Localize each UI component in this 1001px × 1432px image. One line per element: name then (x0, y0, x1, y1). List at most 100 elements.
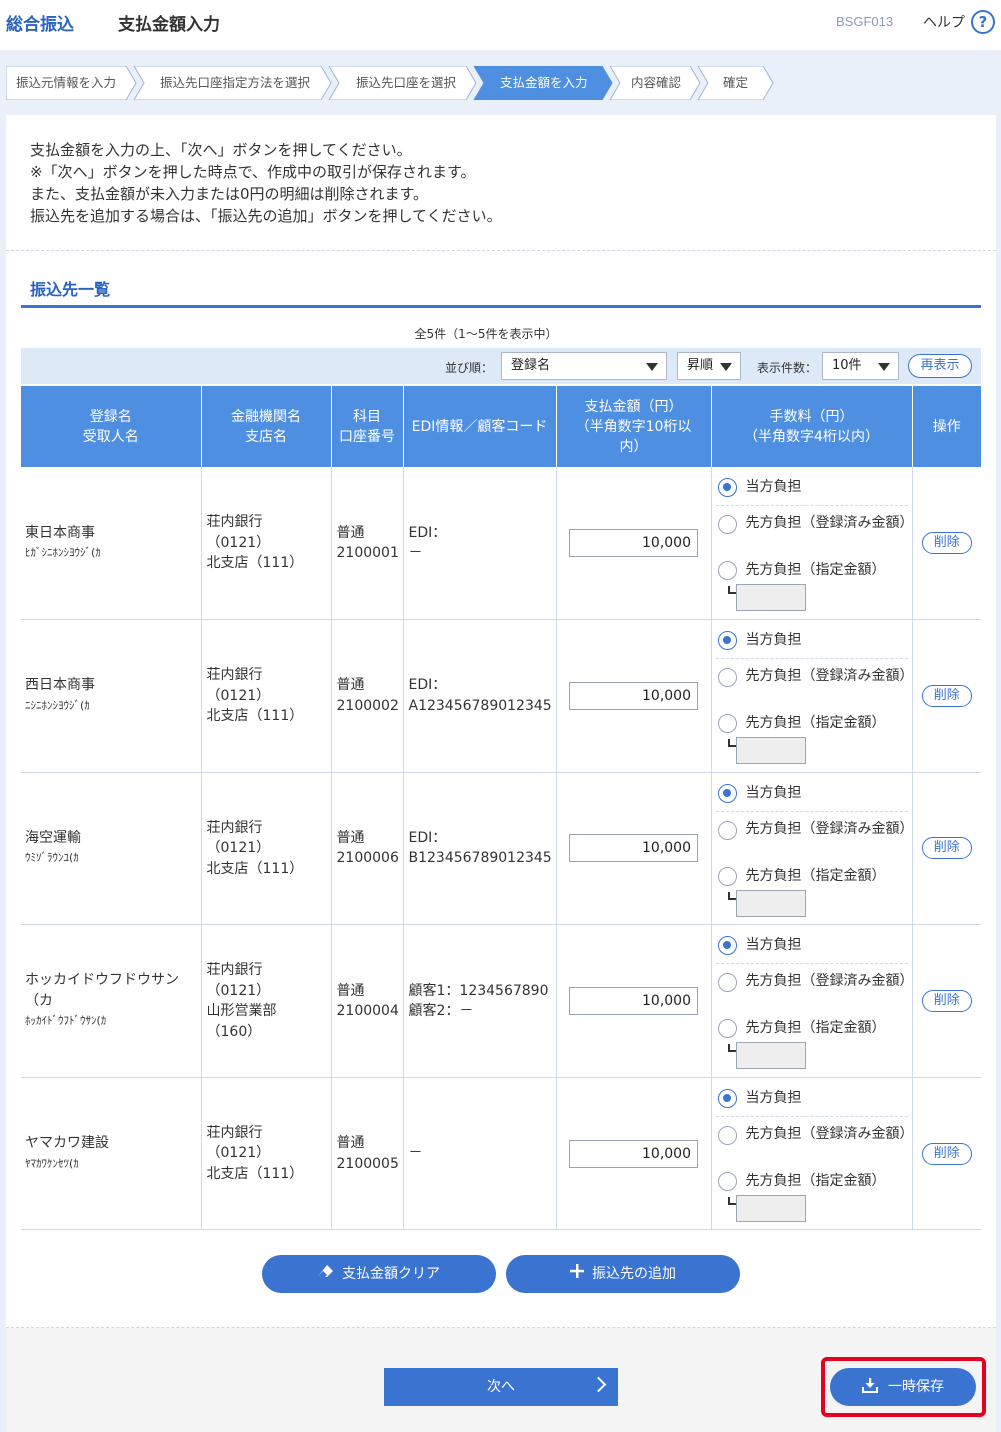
fee-option-label: 先方負担（指定金額） (745, 867, 886, 884)
help-link[interactable]: ヘルプ (923, 12, 965, 32)
radio-unselected[interactable] (717, 866, 737, 886)
fee-option-specified[interactable]: 先方負担（指定金額） (716, 1014, 908, 1042)
sort-field-select[interactable]: 登録名 (501, 352, 667, 380)
payee-kana: ﾎｯｶｲﾄﾞｳﾌﾄﾞｳｻﾝ(ｶ (25, 1014, 107, 1028)
fee-option-specified[interactable]: 先方負担（指定金額） (716, 862, 908, 890)
divider (715, 810, 908, 812)
help-icon[interactable]: ? (971, 10, 995, 34)
fee-option-own[interactable]: 当方負担 (716, 473, 908, 501)
edi-line: 顧客1：1234567890 (408, 982, 549, 999)
account-number: 2100002 (336, 697, 399, 714)
edi-cell: EDI： A123456789012345 (403, 619, 557, 773)
fee-amount-input[interactable] (735, 889, 806, 917)
column-header-amount: 支払金額（円） （半角数字10桁以 内） (556, 386, 712, 467)
section-underline (21, 305, 981, 308)
per-page-select[interactable]: 10件 (822, 352, 899, 380)
add-payee-label: 振込先の追加 (592, 1266, 676, 1282)
divider (6, 250, 996, 251)
add-payee-button[interactable]: 振込先の追加 (506, 1255, 740, 1293)
fee-option-label: 先方負担（登録済み金額） (745, 973, 914, 990)
delete-button[interactable]: 削除 (921, 837, 972, 860)
sort-direction-value: 昇順 (687, 358, 714, 373)
fee-option-registered[interactable]: 先方負担（登録済み金額） (716, 1121, 914, 1167)
header-bar: 総合振込 支払金額入力 BSGF013 ヘルプ ? (0, 0, 1001, 50)
column-header-account: 科目 口座番号 (331, 386, 404, 467)
fee-option-label: 先方負担（登録済み金額） (745, 668, 914, 685)
fee-amount-input[interactable] (735, 1042, 806, 1070)
account-type: 普通 (336, 524, 365, 541)
next-button[interactable]: 次へ (384, 1368, 618, 1406)
indent-corner-icon (727, 739, 736, 748)
fee-option-registered[interactable]: 先方負担（登録済み金額） (716, 510, 914, 556)
header-text: 受取人名 (82, 428, 139, 445)
account-number: 2100005 (336, 1155, 399, 1172)
radio-unselected[interactable] (717, 1125, 737, 1145)
fee-option-specified[interactable]: 先方負担（指定金額） (716, 556, 908, 584)
radio-selected[interactable] (717, 631, 737, 651)
step-account-method: 振込先口座指定方法を選択 (160, 75, 311, 90)
account-cell: 普通 2100004 (331, 924, 404, 1078)
sort-direction-select[interactable]: 昇順 (677, 352, 741, 380)
divider (715, 963, 908, 965)
radio-selected[interactable] (717, 783, 737, 803)
per-page-label: 表示件数： (757, 361, 818, 375)
account-type: 普通 (336, 1135, 365, 1152)
payee-name: ホッカイドウフドウサン（カ (25, 972, 179, 1009)
sort-field-value: 登録名 (511, 358, 551, 373)
fee-cell: 当方負担先方負担（登録済み金額） 先方負担（指定金額） (711, 924, 914, 1078)
radio-selected[interactable] (717, 936, 737, 956)
delete-button[interactable]: 削除 (921, 990, 972, 1013)
fee-option-registered[interactable]: 先方負担（登録済み金額） (716, 663, 914, 709)
payee-name-cell: 海空運輸 ｳﾐｿﾞﾗｳﾝﾕ(ｶ (21, 772, 202, 926)
radio-unselected[interactable] (717, 820, 737, 840)
amount-input[interactable]: 10,000 (569, 834, 698, 863)
header-text: （半角数字4桁以内） (744, 428, 879, 445)
fee-option-registered[interactable]: 先方負担（登録済み金額） (716, 816, 914, 862)
radio-unselected[interactable] (717, 668, 737, 688)
delete-button[interactable]: 削除 (921, 532, 972, 555)
fee-amount-input[interactable] (735, 737, 806, 765)
bank-cell: 荘内銀行 （0121） 山形営業部 （160） (201, 924, 332, 1078)
fee-amount-input[interactable] (735, 584, 806, 611)
radio-unselected[interactable] (717, 561, 737, 580)
delete-button[interactable]: 削除 (921, 684, 972, 707)
fee-option-own[interactable]: 当方負担 (716, 626, 908, 654)
radio-selected[interactable] (717, 1088, 737, 1108)
account-number: 2100004 (336, 1003, 399, 1020)
fee-amount-input[interactable] (735, 1194, 806, 1222)
fee-option-specified[interactable]: 先方負担（指定金額） (716, 709, 908, 737)
branch-name: 山形営業部 (206, 1003, 277, 1020)
screen-id: BSGF013 (836, 14, 894, 29)
amount-input[interactable]: 10,000 (569, 681, 698, 710)
delete-button[interactable]: 削除 (921, 1142, 972, 1165)
radio-unselected[interactable] (717, 1171, 737, 1191)
amount-cell: 10,000 (556, 924, 712, 1078)
temporary-save-button[interactable]: 一時保存 (830, 1368, 976, 1406)
radio-unselected[interactable] (717, 1019, 737, 1039)
fee-option-own[interactable]: 当方負担 (716, 779, 908, 807)
fee-option-specified[interactable]: 先方負担（指定金額） (716, 1167, 908, 1195)
redisplay-button[interactable]: 再表示 (908, 354, 972, 378)
fee-option-registered[interactable]: 先方負担（登録済み金額） (716, 968, 914, 1014)
payee-kana: ｳﾐｿﾞﾗｳﾝﾕ(ｶ (25, 851, 79, 865)
fee-option-label: 当方負担 (745, 632, 802, 649)
radio-selected[interactable] (717, 478, 737, 497)
amount-input[interactable]: 10,000 (569, 1139, 698, 1168)
radio-unselected[interactable] (717, 515, 737, 534)
column-header-fee: 手数料（円） （半角数字4桁以内） (711, 386, 913, 467)
header-text: 内） (619, 438, 648, 455)
clear-amount-button[interactable]: 支払金額クリア (262, 1255, 496, 1293)
per-page-value: 10件 (832, 358, 862, 373)
fee-option-own[interactable]: 当方負担 (716, 1084, 908, 1112)
fee-amount-row (716, 737, 908, 765)
radio-unselected[interactable] (717, 973, 737, 993)
table-row: 海空運輸 ｳﾐｿﾞﾗｳﾝﾕ(ｶ 荘内銀行 （0121） 北支店（111） 普通 210000… (21, 772, 981, 926)
fee-option-label: 先方負担（指定金額） (745, 1020, 886, 1037)
amount-input[interactable]: 10,000 (569, 987, 698, 1016)
radio-unselected[interactable] (717, 714, 737, 734)
fee-options: 当方負担先方負担（登録済み金額） 先方負担（指定金額） (715, 779, 914, 918)
amount-input[interactable]: 10,000 (569, 529, 698, 558)
fee-option-own[interactable]: 当方負担 (716, 931, 908, 959)
page-title: 支払金額入力 (118, 15, 220, 35)
instruction-line: 振込先を追加する場合は、「振込先の追加」ボタンを押してください。 (30, 207, 502, 225)
